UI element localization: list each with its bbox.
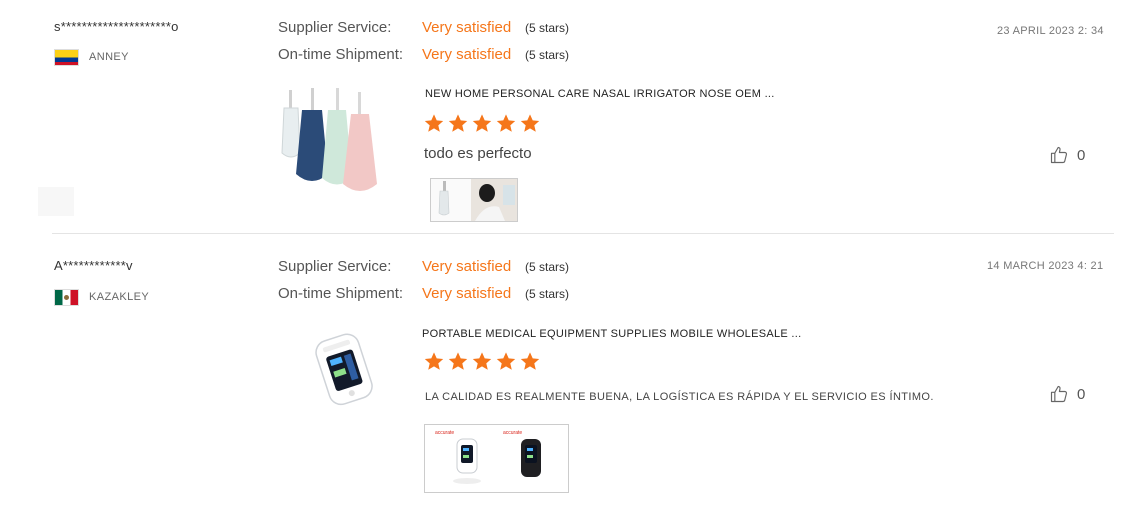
rating-stars [423, 113, 541, 134]
review-date: 14 MARCH 2023 4: 21 [987, 260, 1104, 272]
review-text: LA CALIDAD ES REALMENTE BUENA, LA LOGÍST… [425, 391, 934, 403]
supplier-service-value: Very satisfied [422, 258, 512, 275]
supplier-service-label: Supplier Service: [278, 258, 392, 275]
review-date: 23 APRIL 2023 2: 34 [997, 25, 1104, 37]
review-photo-thumbnail[interactable]: accurate accurate [424, 424, 569, 493]
mexico-flag-icon [54, 288, 79, 306]
like-button[interactable]: 0 [1049, 145, 1085, 165]
shipment-value: Very satisfied [422, 46, 512, 63]
shipment-value: Very satisfied [422, 285, 512, 302]
reviewer-country: KAZAKLEY [54, 287, 149, 307]
review-item: s*********************o ANNEY Supplier S… [0, 0, 1136, 234]
like-count: 0 [1077, 385, 1086, 403]
colombia-flag-icon [54, 48, 79, 66]
shipment-stars: (5 stars) [525, 48, 570, 62]
supplier-service-value: Very satisfied [422, 19, 512, 36]
star-icon [496, 114, 516, 132]
like-button[interactable]: 0 [1049, 384, 1085, 404]
star-icon [496, 352, 516, 370]
product-title-link[interactable]: NEW HOME PERSONAL CARE NASAL IRRIGATOR N… [425, 88, 775, 100]
review-divider [52, 233, 1114, 234]
product-image[interactable] [300, 324, 390, 414]
review-item: A************v KAZAKLEY Supplier Service… [0, 238, 1136, 520]
country-name: KAZAKLEY [89, 291, 150, 303]
star-icon [472, 114, 492, 132]
product-title-link[interactable]: PORTABLE MEDICAL EQUIPMENT SUPPLIES MOBI… [422, 328, 802, 340]
review-text: todo es perfecto [424, 145, 532, 162]
shipment-label: On-time Shipment: [278, 46, 404, 63]
supplier-service-stars: (5 stars) [525, 21, 570, 35]
thumbnail-brand-text: accurate [435, 430, 454, 436]
shipment-stars: (5 stars) [525, 287, 570, 301]
thumbs-up-icon [1050, 146, 1068, 164]
shipment-label: On-time Shipment: [278, 285, 404, 302]
star-icon [472, 352, 492, 370]
thumbnail-brand-text: accurate [503, 430, 522, 436]
country-name: ANNEY [89, 51, 129, 63]
supplier-service-label: Supplier Service: [278, 19, 392, 36]
reviewer-name: A************v [54, 258, 133, 273]
review-photo-thumbnail[interactable] [430, 178, 518, 222]
rating-stars [423, 351, 541, 372]
thumbs-up-icon [1050, 385, 1068, 403]
star-icon [520, 352, 540, 370]
placeholder-box [38, 187, 74, 216]
star-icon [448, 352, 468, 370]
star-icon [424, 352, 444, 370]
like-count: 0 [1077, 146, 1086, 164]
reviewer-country: ANNEY [54, 47, 129, 67]
star-icon [520, 114, 540, 132]
product-image[interactable] [278, 84, 388, 204]
star-icon [448, 114, 468, 132]
star-icon [424, 114, 444, 132]
supplier-service-stars: (5 stars) [525, 260, 570, 274]
reviewer-name: s*********************o [54, 19, 179, 34]
